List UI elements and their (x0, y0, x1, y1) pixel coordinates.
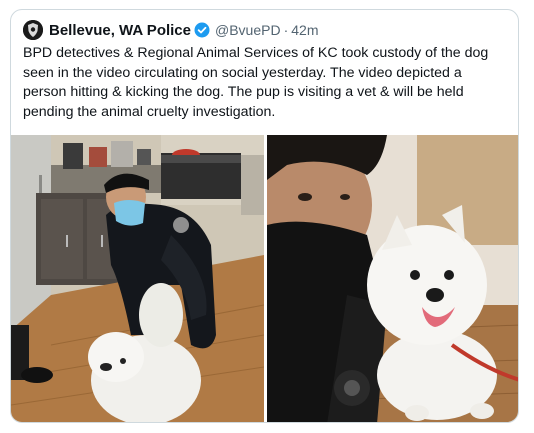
tweet-text-line: BPD detectives & Regional Animal Service… (23, 45, 489, 61)
tweet-text: BPD detectives & Regional Animal Service… (23, 44, 513, 122)
timestamp[interactable]: 42m (291, 22, 318, 38)
photo-officer-with-dog[interactable] (11, 135, 264, 422)
media-grid (11, 135, 518, 422)
verified-badge-icon (194, 22, 210, 38)
separator-dot: · (283, 22, 289, 38)
tweet-text-line: pending the animal cruelty investigation… (23, 103, 276, 120)
police-badge-icon[interactable] (23, 20, 43, 40)
tweet-card[interactable]: Bellevue, WA Police @BvuePD · 42m BPD de… (10, 9, 519, 423)
photo-selfie-with-dog[interactable] (267, 135, 518, 422)
tweet-text-line: seen in the video circulating on social … (23, 64, 462, 81)
tweet-header: Bellevue, WA Police @BvuePD · 42m (23, 19, 318, 41)
tweet-text-line: person hitting & kicking the dog. The pu… (23, 84, 464, 100)
display-name[interactable]: Bellevue, WA Police (49, 22, 191, 39)
user-handle[interactable]: @BvuePD (215, 22, 281, 38)
